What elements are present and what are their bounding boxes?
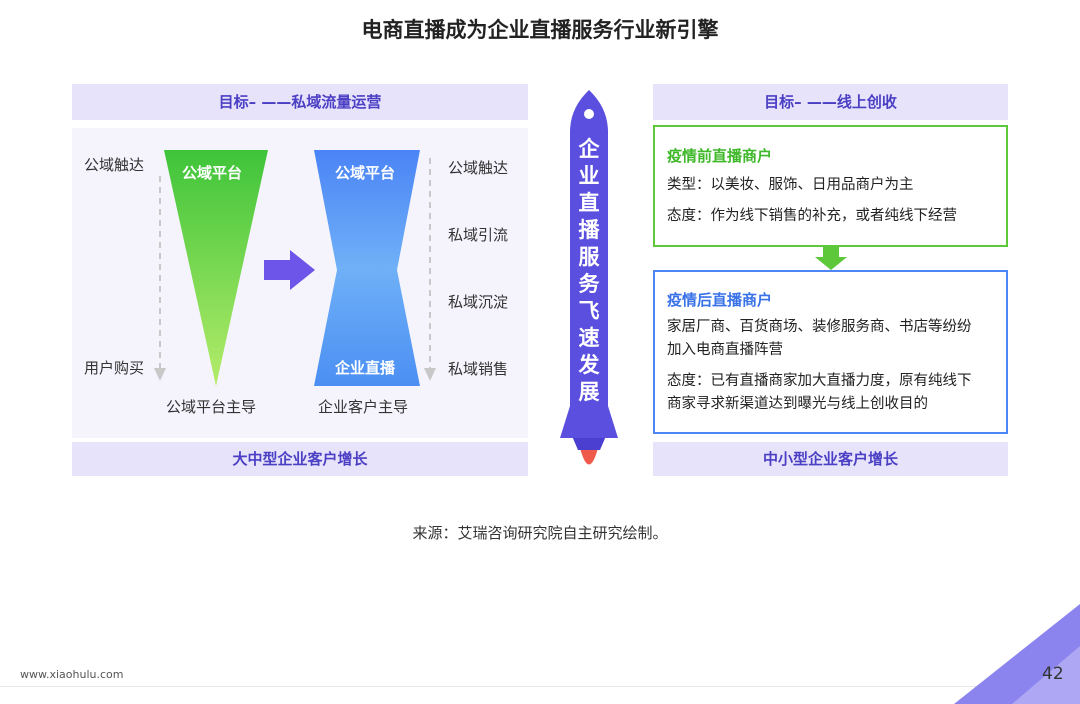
green-funnel: [164, 150, 268, 386]
funnel2-top-label: 公域平台: [335, 164, 396, 182]
rocket-window: [584, 109, 594, 119]
rocket-char: 展: [578, 380, 600, 404]
transition-arrow: [264, 250, 315, 290]
rocket-text-column: 企 业 直 播 服 务 飞 速 发 展: [569, 136, 609, 406]
post-pandemic-line: 家居厂商、百货商场、装修服务商、书店等纷纷: [667, 319, 972, 335]
right-dashed-arrowhead: [424, 368, 436, 381]
rocket-char: 发: [578, 353, 600, 377]
pre-pandemic-attitude: 态度：作为线下销售的补充，或者纯线下经营: [667, 208, 957, 224]
rocket-fin-left: [560, 406, 570, 438]
page-number: 42: [1042, 664, 1064, 684]
rocket-char: 速: [578, 326, 600, 350]
funnel2-bottom-label: 企业直播: [335, 359, 396, 377]
rocket-char: 务: [578, 272, 600, 296]
left-header-band: 目标– ——私域流量运营: [72, 84, 528, 120]
footer-divider: [0, 686, 1080, 687]
rocket-flame: [580, 448, 598, 465]
corner-decoration: [954, 604, 1080, 704]
rocket-char: 企: [578, 137, 600, 161]
left-footer-band: 大中型企业客户增长: [72, 442, 528, 476]
right-header-text: 目标– ——线上创收: [764, 93, 897, 111]
rocket-char: 服: [578, 245, 600, 269]
green-down-arrow: [815, 247, 847, 270]
funnel2-caption: 企业客户主导: [318, 398, 409, 416]
post-pandemic-line: 态度：已有直播商家加大直播力度，原有纯线下: [667, 373, 972, 389]
left-dashed-arrowhead: [154, 368, 166, 381]
post-pandemic-line: 商家寻求新渠道达到曝光与线上创收目的: [667, 396, 928, 412]
funnel1-side-top: 公域触达: [84, 156, 145, 174]
rocket-char: 直: [578, 191, 600, 215]
post-pandemic-title: 疫情后直播商户: [667, 291, 773, 309]
footer-url[interactable]: www.xiaohulu.com: [20, 668, 123, 681]
left-footer-text: 大中型企业客户增长: [232, 450, 368, 468]
left-header-text: 目标– ——私域流量运营: [218, 93, 382, 111]
rocket-fin-right: [608, 406, 618, 438]
right-header-band: 目标– ——线上创收: [653, 84, 1008, 120]
rocket-char: 业: [578, 164, 600, 188]
stage-label: 私域销售: [448, 360, 509, 378]
source-note: 来源：艾瑞咨询研究院自主研究绘制。: [412, 524, 668, 542]
right-footer-text: 中小型企业客户增长: [762, 450, 898, 468]
pre-pandemic-box: 疫情前直播商户 类型：以美妆、服饰、日用品商户为主 态度：作为线下销售的补充，或…: [653, 125, 1008, 247]
stage-label: 公域触达: [448, 159, 509, 177]
page-title: 电商直播成为企业直播服务行业新引擎: [361, 18, 719, 42]
blue-hourglass: [314, 150, 420, 386]
post-pandemic-box: 疫情后直播商户 家居厂商、百货商场、装修服务商、书店等纷纷 加入电商直播阵营 态…: [653, 270, 1008, 434]
pre-pandemic-title: 疫情前直播商户: [667, 147, 773, 165]
rocket-char: 播: [578, 218, 600, 242]
rocket-nozzle: [572, 436, 606, 450]
stage-label: 私域沉淀: [448, 293, 509, 311]
stage-label: 私域引流: [448, 226, 509, 244]
funnel1-top-label: 公域平台: [182, 164, 243, 182]
post-pandemic-line: 加入电商直播阵营: [667, 342, 783, 358]
rocket-char: 飞: [578, 299, 600, 323]
pre-pandemic-type: 类型：以美妆、服饰、日用品商户为主: [667, 177, 914, 193]
funnel1-side-bottom: 用户购买: [84, 359, 145, 377]
right-footer-band: 中小型企业客户增长: [653, 442, 1008, 476]
funnel1-caption: 公域平台主导: [166, 398, 257, 416]
